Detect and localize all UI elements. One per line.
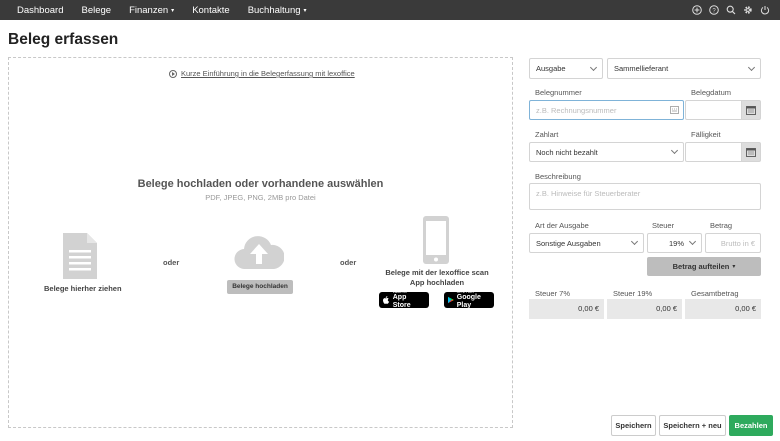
- app-store-badge[interactable]: Laden im App Store: [379, 290, 429, 309]
- intro-link[interactable]: Kurze Einführung in die Belegerfassung m…: [169, 69, 355, 78]
- chevron-down-icon: [688, 237, 697, 246]
- plus-circle-icon[interactable]: [692, 5, 702, 15]
- steuer19-value: 0,00 €: [607, 299, 682, 319]
- art-select[interactable]: Sonstige Ausgaben: [529, 233, 644, 253]
- betrag-placeholder: Brutto in €: [720, 238, 755, 248]
- power-icon[interactable]: [760, 5, 770, 15]
- calendar-icon: [746, 148, 756, 157]
- type-select-value: Ausgabe: [536, 64, 566, 73]
- beschreibung-label: Beschreibung: [535, 172, 581, 181]
- keyboard-icon: [670, 106, 679, 116]
- steuer7-label: Steuer 7%: [535, 289, 571, 298]
- chevron-down-icon: ▾: [303, 7, 307, 14]
- zahlart-label: Zahlart: [535, 130, 559, 139]
- belegdatum-input[interactable]: [685, 100, 742, 120]
- play-icon: [169, 69, 177, 78]
- belegdatum-label: Belegdatum: [691, 88, 732, 97]
- phone-icon: [423, 216, 449, 269]
- chevron-down-icon: [747, 63, 756, 71]
- belegnummer-label: Belegnummer: [535, 88, 582, 97]
- page-title: Beleg erfassen: [8, 31, 119, 48]
- search-icon[interactable]: [726, 5, 736, 15]
- chevron-down-icon: [670, 146, 679, 155]
- faelligkeit-calendar-button[interactable]: [741, 142, 761, 162]
- zahlart-select[interactable]: Noch nicht bezahlt: [529, 142, 684, 162]
- nav-buchhaltung-label: Buchhaltung: [247, 4, 301, 16]
- upload-heading: Belege hochladen oder vorhandene auswähl…: [137, 178, 384, 190]
- app-label-line-2: App hochladen: [409, 278, 465, 287]
- top-navigation: Dashboard Belege Finanzen ▾ Kontakte Buch…: [0, 0, 780, 20]
- betrag-label: Betrag: [710, 221, 733, 230]
- supplier-select-value: Sammellieferant: [614, 64, 669, 73]
- apple-icon: [383, 296, 390, 304]
- belegnummer-input[interactable]: z.B. Rechnungsnummer: [529, 100, 684, 120]
- art-select-value: Sonstige Ausgaben: [536, 238, 601, 248]
- split-amount-label: Betrag aufteilen: [672, 262, 730, 271]
- steuer19-label: Steuer 19%: [613, 289, 653, 298]
- or-label-2: oder: [340, 258, 357, 267]
- steuer7-value: 0,00 €: [529, 299, 604, 319]
- drag-label: Belege hierher ziehen: [44, 284, 122, 293]
- nav-buchhaltung[interactable]: Buchhaltung ▾: [239, 5, 316, 16]
- beschreibung-placeholder: z.B. Hinweise für Steuerberater: [536, 189, 641, 198]
- play-store-icon: [448, 296, 454, 304]
- nav-finanzen-label: Finanzen: [129, 4, 169, 16]
- gear-icon[interactable]: [743, 5, 753, 15]
- upload-subheading: PDF, JPEG, PNG, 2MB pro Datei: [205, 193, 316, 202]
- cloud-upload-icon: [234, 232, 285, 275]
- faelligkeit-label: Fälligkeit: [691, 130, 721, 139]
- steuer-label: Steuer: [652, 221, 675, 230]
- nav-belege-label: Belege: [81, 4, 112, 16]
- faelligkeit-input[interactable]: [685, 142, 742, 162]
- nav-dashboard[interactable]: Dashboard: [0, 5, 72, 16]
- gesamt-value: 0,00 €: [685, 299, 761, 319]
- belegnummer-placeholder: z.B. Rechnungsnummer: [536, 105, 617, 115]
- intro-link-text: Kurze Einführung in die Belegerfassung m…: [181, 69, 355, 78]
- nav-finanzen[interactable]: Finanzen ▾: [120, 5, 183, 16]
- belegdatum-calendar-button[interactable]: [741, 100, 761, 120]
- document-icon: [63, 233, 97, 284]
- help-icon[interactable]: ?: [709, 5, 719, 15]
- steuer-select[interactable]: 19%: [647, 233, 702, 253]
- type-select[interactable]: Ausgabe: [529, 58, 603, 79]
- nav-belege[interactable]: Belege: [72, 5, 120, 16]
- pay-button[interactable]: Bezahlen: [729, 415, 773, 436]
- beschreibung-input[interactable]: z.B. Hinweise für Steuerberater: [529, 183, 761, 210]
- caret-down-icon: ▾: [732, 264, 736, 270]
- appstore-big-text: App Store: [392, 294, 411, 309]
- nav-icons: ?: [692, 0, 770, 20]
- google-play-badge[interactable]: JETZT BEI Google Play: [444, 290, 494, 309]
- or-label-1: oder: [163, 258, 180, 267]
- nav-dashboard-label: Dashboard: [17, 4, 64, 16]
- chevron-down-icon: [589, 63, 598, 71]
- nav-kontakte[interactable]: Kontakte: [183, 5, 239, 16]
- chevron-down-icon: ▾: [171, 7, 175, 14]
- betrag-input[interactable]: Brutto in €: [705, 233, 761, 253]
- nav-kontakte-label: Kontakte: [192, 4, 230, 16]
- app-label-line-1: Belege mit der lexoffice scan: [385, 268, 489, 277]
- split-amount-button[interactable]: Betrag aufteilen ▾: [647, 257, 761, 276]
- chevron-down-icon: [630, 237, 639, 246]
- calendar-icon: [746, 106, 756, 115]
- art-label: Art der Ausgabe: [535, 221, 589, 230]
- googleplay-big-text: Google Play: [456, 294, 481, 309]
- save-new-button[interactable]: Speichern + neu: [659, 415, 726, 436]
- save-button[interactable]: Speichern: [611, 415, 656, 436]
- steuer-select-value: 19%: [668, 238, 684, 248]
- upload-button[interactable]: Belege hochladen: [227, 280, 293, 294]
- gesamt-label: Gesamtbetrag: [691, 289, 739, 298]
- zahlart-select-value: Noch nicht bezahlt: [536, 147, 598, 157]
- supplier-select[interactable]: Sammellieferant: [607, 58, 761, 79]
